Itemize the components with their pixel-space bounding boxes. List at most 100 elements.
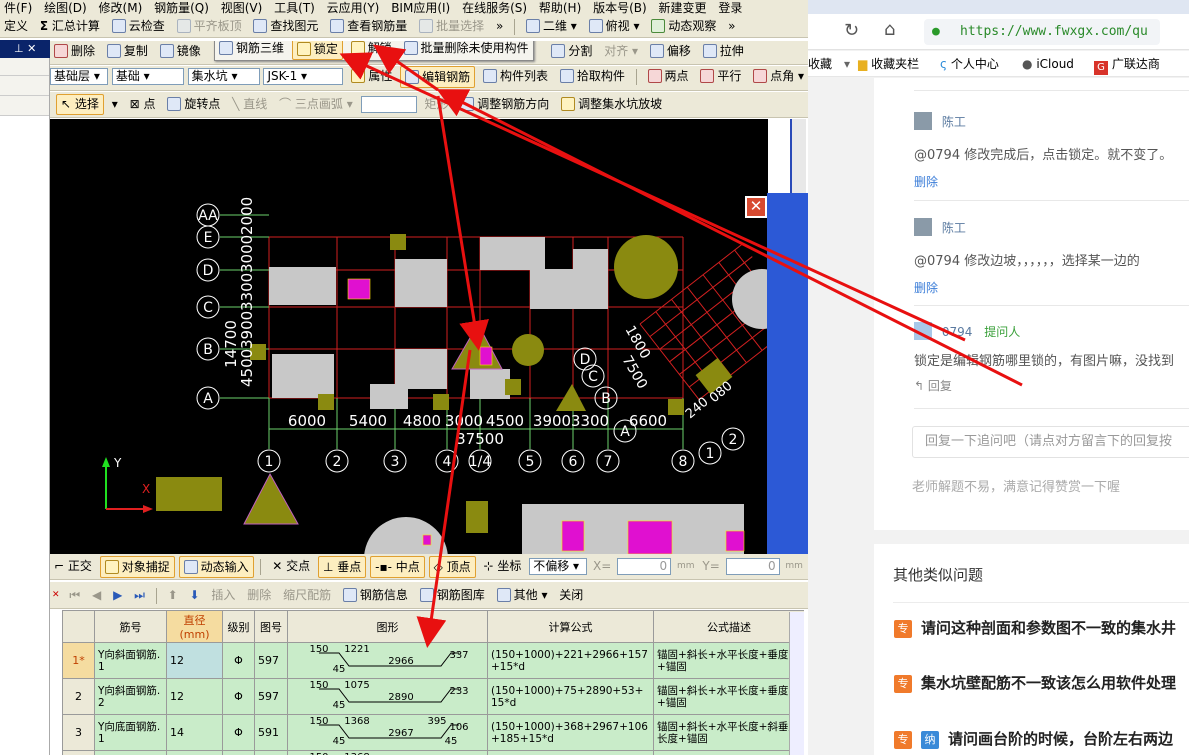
object-snap-button[interactable]: 对象捕捉 — [99, 556, 175, 578]
point-button[interactable]: ⊠ 点 — [126, 94, 160, 116]
comment-user[interactable]: 陈工 — [942, 115, 966, 129]
split-button[interactable]: 分割 — [547, 41, 596, 63]
flush-slab-button[interactable]: 平齐板顶 — [173, 16, 246, 37]
reload-icon[interactable]: ↻ — [844, 20, 859, 41]
grade-cell[interactable]: Φ — [222, 750, 255, 755]
rebar-info-button[interactable]: 钢筋信息 — [339, 585, 412, 607]
unlock-button[interactable]: 解锁 — [347, 41, 396, 60]
close-button[interactable]: 关闭 — [555, 585, 587, 607]
col-header[interactable]: 图号 — [254, 610, 288, 643]
formula-cell[interactable]: (150+1000)+221+2966+157+15*d — [487, 642, 654, 679]
diameter-cell[interactable]: 12 — [166, 642, 223, 679]
similar-question-link[interactable]: 专请问这种剖面和参数图不一致的集水井 — [894, 617, 1176, 638]
figure-no-cell[interactable]: 597 — [254, 678, 288, 715]
align-button[interactable]: 对齐 ▾ — [600, 41, 642, 63]
diameter-cell[interactable]: 12 — [166, 678, 223, 715]
similar-question-link[interactable]: 专集水坑壁配筋不一致该怎么用软件处理 — [894, 672, 1176, 693]
grade-cell[interactable]: Φ — [222, 642, 255, 679]
row-number[interactable]: 3 — [62, 714, 95, 751]
shape-cell[interactable]: 150 1221 45 2966 337 — [287, 642, 488, 679]
bookmark-item[interactable]: ● iCloud — [1022, 51, 1074, 76]
rebar-name-cell[interactable]: Y向底面钢筋.1 — [94, 714, 167, 751]
component-list-button[interactable]: 构件列表 — [479, 66, 552, 88]
address-bar[interactable]: ● https://www.fwxgx.com/qu — [924, 19, 1160, 45]
stretch-button[interactable]: 拉伸 — [699, 41, 748, 63]
offset-button[interactable]: 偏移 — [646, 41, 695, 63]
arc-button[interactable]: ⌒ 三点画弧 ▾ — [275, 94, 357, 116]
component-select[interactable]: JSK-1 ▾ — [263, 68, 344, 85]
col-header[interactable]: 公式描述 — [653, 610, 804, 643]
close-icon[interactable]: ✕ — [27, 42, 36, 55]
table-row[interactable]: 1* Y向斜面钢筋.1 12 Φ 597 150 1221 45 2966 337 (150+100… — [62, 642, 804, 679]
scale-rebar-button[interactable]: 缩尺配筋 — [279, 585, 335, 607]
mirror-button[interactable]: 镜像 — [156, 41, 205, 63]
description-cell[interactable]: 锚固+斜长+水平长度+斜锚固 — [653, 750, 804, 755]
vertex-snap-button[interactable]: ◇ 顶点 — [428, 556, 476, 578]
description-cell[interactable]: 锚固+斜长+水平长度+斜垂直长度+锚固 — [653, 714, 804, 751]
rect-button[interactable]: 矩形 — [420, 94, 452, 116]
similar-question-link[interactable]: 专纳请问画台阶的时候，台阶左右两边 — [894, 728, 1173, 749]
table-row[interactable]: 2 Y向斜面钢筋.2 12 Φ 597 150 1075 45 2890 233 (150+1000… — [62, 678, 804, 715]
define-button[interactable]: 定义 — [0, 16, 32, 37]
col-header[interactable]: 计算公式 — [487, 610, 654, 643]
toolbar-overflow-1[interactable]: » — [492, 16, 507, 37]
select-dropdown[interactable]: ▾ — [108, 94, 122, 116]
sum-calc-button[interactable]: Σ 汇总计算 — [36, 16, 104, 37]
intersection-snap-button[interactable]: ✕ 交点 — [268, 556, 314, 578]
delete-row-button[interactable]: 删除 — [243, 585, 275, 607]
bookmark-item[interactable]: 收藏 — [808, 51, 832, 76]
ortho-button[interactable]: ⌐ 正交 — [50, 556, 96, 578]
figure-no-cell[interactable]: 597 — [254, 642, 288, 679]
batch-delete-unused-button[interactable]: 批量删除未使用构件 — [400, 41, 533, 60]
col-header[interactable]: 直径(mm) — [166, 610, 223, 643]
two-points-button[interactable]: 两点 — [644, 66, 693, 88]
copy-button[interactable]: 复制 — [103, 41, 152, 63]
pick-component-button[interactable]: 拾取构件 — [556, 66, 629, 88]
edit-rebar-button[interactable]: 编辑钢筋 — [400, 66, 476, 88]
row-number[interactable]: 2 — [62, 678, 95, 715]
col-header[interactable]: 筋号 — [94, 610, 167, 643]
view-rebar-qty-button[interactable]: 查看钢筋量 — [326, 16, 411, 37]
find-element-button[interactable]: 查找图元 — [249, 16, 322, 37]
row-number[interactable]: 1* — [62, 642, 95, 679]
dynamic-input-button[interactable]: 动态输入 — [178, 556, 254, 578]
y-coordinate-input[interactable]: 0 — [725, 558, 780, 575]
shape-cell[interactable]: 150 1368 45 2967 106 395 45 — [287, 714, 488, 751]
rebar-name-cell[interactable]: Y向斜面钢筋.1 — [94, 642, 167, 679]
diameter-cell[interactable]: 14 — [166, 714, 223, 751]
close-dialog-button[interactable]: ✕ — [745, 196, 767, 218]
pin-icon[interactable]: ⊥ — [14, 42, 24, 55]
properties-button[interactable]: 属性 — [347, 66, 396, 88]
comment-user[interactable]: 0794 — [942, 325, 973, 339]
rotate-point-button[interactable]: 旋转点 — [163, 94, 224, 116]
x-coordinate-input[interactable]: 0 — [617, 558, 672, 575]
coordinate-button[interactable]: ⊹ 坐标 — [479, 556, 525, 578]
grade-cell[interactable]: Φ — [222, 678, 255, 715]
view-2d-select[interactable]: 二维 ▾ — [522, 16, 581, 37]
formula-cell[interactable]: (150+1000)+75+2890+53+15*d — [487, 678, 654, 715]
description-cell[interactable]: 锚固+斜长+水平长度+垂度+锚固 — [653, 642, 804, 679]
table-row[interactable]: 4Y向底面钢筋.214Φ613150136829671368150(150+10… — [62, 750, 804, 755]
shape-cell[interactable]: 150136829671368150 — [287, 750, 488, 755]
row-number[interactable]: 4 — [62, 750, 95, 755]
perpendicular-snap-button[interactable]: ⊥ 垂点 — [317, 556, 367, 578]
shape-cell[interactable]: 150 1075 45 2890 233 — [287, 678, 488, 715]
col-header[interactable]: 图形 — [287, 610, 488, 643]
rebar-library-button[interactable]: 钢筋图库 — [416, 585, 489, 607]
arc-param-input[interactable] — [360, 96, 417, 113]
diameter-cell[interactable]: 14 — [166, 750, 223, 755]
reply-input[interactable]: 回复一下追问吧（请点对方留言下的回复按 — [912, 426, 1189, 458]
description-cell[interactable]: 锚固+斜长+水平长度+垂度+锚固 — [653, 678, 804, 715]
lock-button[interactable]: 锁定 — [291, 41, 343, 60]
figure-no-cell[interactable]: 613 — [254, 750, 288, 755]
table-vscrollbar[interactable] — [789, 612, 804, 755]
col-header[interactable]: 级别 — [222, 610, 255, 643]
line-button[interactable]: ╲ 直线 — [228, 94, 271, 116]
first-record-button[interactable]: ⏮ — [65, 585, 84, 607]
view-mode-select[interactable]: 俯视 ▾ — [585, 16, 644, 37]
adjust-rebar-dir-button[interactable]: 调整钢筋方向 — [456, 94, 553, 116]
grade-cell[interactable]: Φ — [222, 714, 255, 751]
adjust-pit-slope-button[interactable]: 调整集水坑放坡 — [557, 94, 666, 116]
rebar-3d-button[interactable]: 钢筋三维 — [215, 41, 288, 60]
home-icon[interactable]: ⌂ — [884, 19, 895, 40]
